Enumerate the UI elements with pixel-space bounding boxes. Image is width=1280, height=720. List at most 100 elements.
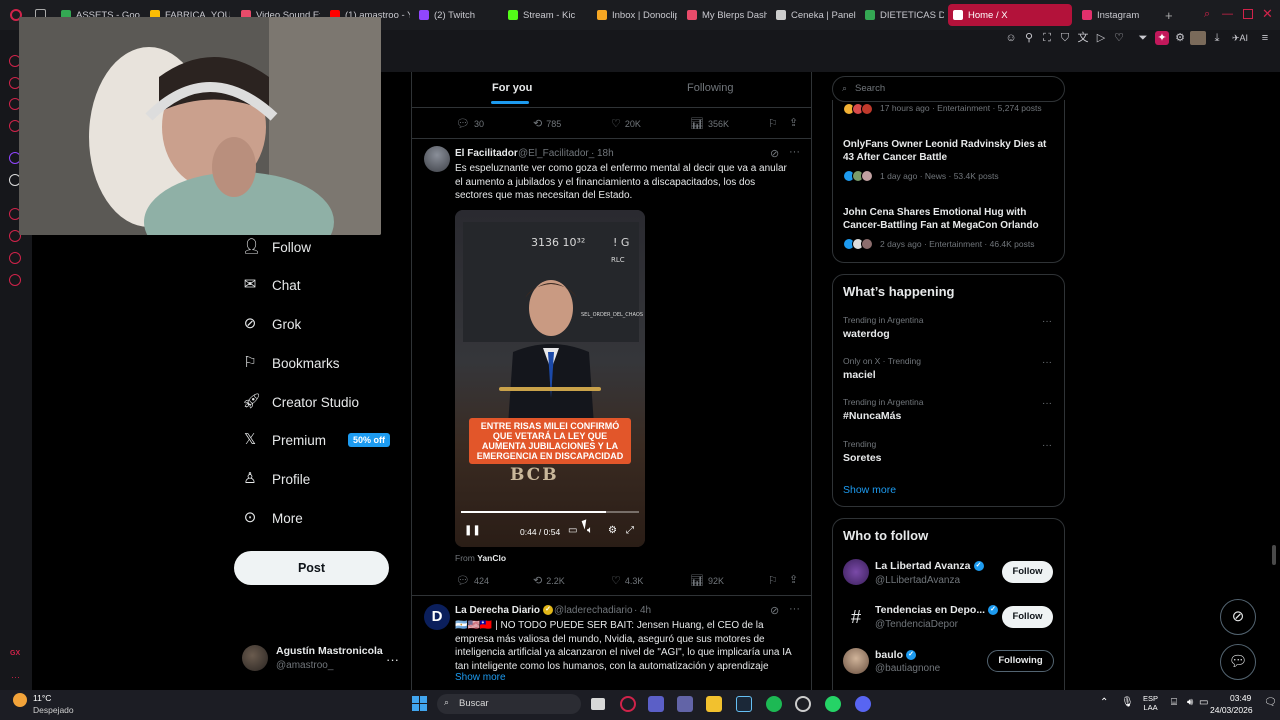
browser-tab[interactable]: DIETETICAS DE — [860, 4, 944, 26]
network-icon[interactable]: ⌸ — [1171, 697, 1177, 708]
trend-item[interactable]: #NuncaMás — [843, 410, 901, 422]
trend-item[interactable]: maciel — [843, 369, 876, 381]
tweet-author-name[interactable]: La Derecha Diario ✓ — [455, 605, 554, 616]
trend-more-icon[interactable]: ··· — [1042, 398, 1052, 409]
ai-icon[interactable]: ✈AI — [1230, 31, 1250, 45]
clock-time[interactable]: 03:49 — [1230, 693, 1251, 703]
like-button[interactable]: ♡ 4.3K — [611, 574, 643, 587]
tab-for-you[interactable]: For you — [492, 82, 532, 94]
whatsapp-icon[interactable] — [825, 696, 841, 712]
follow-button[interactable]: Follow — [1002, 561, 1053, 583]
sidebar-more-icon[interactable]: ··· — [11, 672, 20, 682]
menu-icon[interactable]: ≡ — [1258, 31, 1272, 45]
extension-icon[interactable]: ✦ — [1155, 31, 1169, 45]
nav-follow[interactable]: 👤︎ Follow — [242, 232, 311, 262]
bookmark-icon[interactable]: ⚐ — [768, 574, 778, 587]
profile-picture-icon[interactable] — [1190, 31, 1206, 45]
screenshot-icon[interactable]: ⛶ — [1040, 31, 1054, 45]
suggestion-name[interactable]: baulo ✓ — [875, 649, 916, 661]
grok-fab-icon[interactable]: ⊘ — [1220, 599, 1256, 635]
nav-chat[interactable]: ✉︎ Chat — [242, 270, 301, 300]
new-tab-icon[interactable]: + — [1165, 8, 1173, 23]
tweet-more-icon[interactable]: ··· — [789, 146, 800, 158]
captions-icon[interactable]: ▭ — [568, 525, 577, 536]
nav-grok[interactable]: ⊘ Grok — [242, 309, 302, 339]
gx-icon[interactable]: GX — [10, 650, 20, 657]
bookmark-icon[interactable]: ⚐ — [768, 117, 778, 130]
emoji-icon[interactable]: ☺ — [1004, 31, 1018, 45]
reply-button[interactable]: 💬︎ 30 — [456, 117, 484, 130]
tab-following[interactable]: Following — [687, 82, 733, 94]
opera-gx-taskbar-icon[interactable] — [620, 696, 636, 712]
tweet-timestamp[interactable]: 18h — [597, 148, 614, 159]
browser-tab[interactable]: Inbox | Donoclip — [592, 4, 677, 26]
pause-icon[interactable]: ❚❚ — [464, 525, 481, 536]
post-button[interactable]: Post — [234, 551, 389, 585]
minimize-icon[interactable]: — — [1222, 8, 1233, 20]
filter-icon[interactable]: ⏷ — [1136, 31, 1150, 45]
battery-icon[interactable]: ▭ — [1199, 697, 1208, 708]
account-avatar[interactable] — [242, 645, 268, 671]
grok-icon[interactable]: ⊘ — [770, 147, 779, 160]
news-title[interactable]: John Cena Shares Emotional Hug with Canc… — [843, 206, 1058, 232]
windows-start-icon[interactable] — [412, 696, 427, 711]
clock-date[interactable]: 24/03/2026 — [1210, 705, 1253, 715]
grok-icon[interactable]: ⊘ — [770, 604, 779, 617]
weather-description[interactable]: Despejado — [33, 705, 74, 715]
views-button[interactable]: 📊︎ 92K — [690, 574, 724, 587]
taskbar-search[interactable]: Buscar — [437, 694, 581, 714]
close-window-icon[interactable]: ✕ — [1262, 6, 1273, 22]
suggestion-name[interactable]: Tendencias en Depo... ✓ — [875, 604, 999, 616]
trend-item[interactable]: Soretes — [843, 452, 882, 464]
sidebar-app-icon[interactable] — [9, 252, 21, 264]
chat-fab-icon[interactable]: 💬︎ — [1220, 644, 1256, 680]
microphone-icon[interactable]: 🎙︎ — [1121, 697, 1134, 708]
search-input[interactable]: Search — [832, 76, 1065, 102]
views-button[interactable]: 📊︎ 356K — [690, 117, 729, 130]
tweet-more-icon[interactable]: ··· — [789, 603, 800, 615]
trend-more-icon[interactable]: ··· — [1042, 316, 1052, 327]
browser-tab-active[interactable]: Home / X — [948, 4, 1072, 26]
maximize-icon[interactable] — [1243, 9, 1253, 19]
weather-moon-icon[interactable] — [13, 693, 27, 707]
obs-icon[interactable] — [795, 696, 811, 712]
hashtag-avatar-icon[interactable]: # — [843, 604, 869, 630]
teams-icon[interactable] — [677, 696, 693, 712]
file-explorer-icon[interactable] — [706, 696, 722, 712]
weather-temp[interactable]: 11°C — [33, 693, 51, 703]
nav-premium[interactable]: 𝕏 Premium 50% off — [242, 425, 391, 455]
nav-bookmarks[interactable]: ⚐ Bookmarks — [242, 348, 339, 378]
browser-tab[interactable]: Instagram — [1077, 4, 1153, 26]
nav-creator-studio[interactable]: 🚀︎ Creator Studio — [242, 387, 359, 417]
suggestion-name[interactable]: La Libertad Avanza ✓ — [875, 560, 984, 572]
video-settings-icon[interactable]: ⚙ — [608, 525, 617, 536]
translate-icon[interactable]: 文 — [1076, 31, 1090, 45]
page-scrollbar[interactable] — [1272, 545, 1276, 565]
teams-icon[interactable] — [648, 696, 664, 712]
nav-profile[interactable]: ♙ Profile — [242, 464, 310, 494]
tweet-timestamp[interactable]: 4h — [640, 605, 651, 616]
account-menu-icon[interactable]: ··· — [386, 652, 399, 667]
repost-button[interactable]: ⟲ 2.2K — [533, 574, 565, 587]
heart-icon[interactable]: ♡ — [1112, 31, 1126, 45]
follow-button[interactable]: Follow — [1002, 606, 1053, 628]
task-view-icon[interactable] — [591, 698, 605, 710]
puzzle-icon[interactable]: ⚙ — [1173, 31, 1187, 45]
suggestion-avatar[interactable] — [843, 648, 869, 674]
suggestion-avatar[interactable] — [843, 559, 869, 585]
pin-icon[interactable]: ⚲ — [1022, 31, 1036, 45]
tweet-video[interactable]: 3136 10³² ! G RLC SEL_ORDER_DEL_CHAOS EN… — [455, 210, 645, 547]
reply-button[interactable]: 💬︎ 424 — [456, 574, 489, 587]
trend-item[interactable]: waterdog — [843, 328, 890, 340]
trend-more-icon[interactable]: ··· — [1042, 357, 1052, 368]
volume-icon[interactable]: 🔊︎ — [1187, 697, 1193, 708]
share-icon[interactable]: ⇪ — [789, 573, 798, 586]
steam-icon[interactable] — [736, 696, 752, 712]
tweet-author-name[interactable]: El Facilitador — [455, 148, 518, 159]
discord-icon[interactable] — [855, 696, 871, 712]
browser-tab[interactable]: My Blerps Dash — [682, 4, 767, 26]
keyboard-language[interactable]: ESP LAA — [1143, 694, 1158, 712]
tweet-author-handle[interactable]: @El_Facilitador_ — [518, 148, 594, 159]
repost-button[interactable]: ⟲ 785 — [533, 117, 561, 130]
tray-overflow-icon[interactable]: ⌃ — [1100, 697, 1108, 708]
